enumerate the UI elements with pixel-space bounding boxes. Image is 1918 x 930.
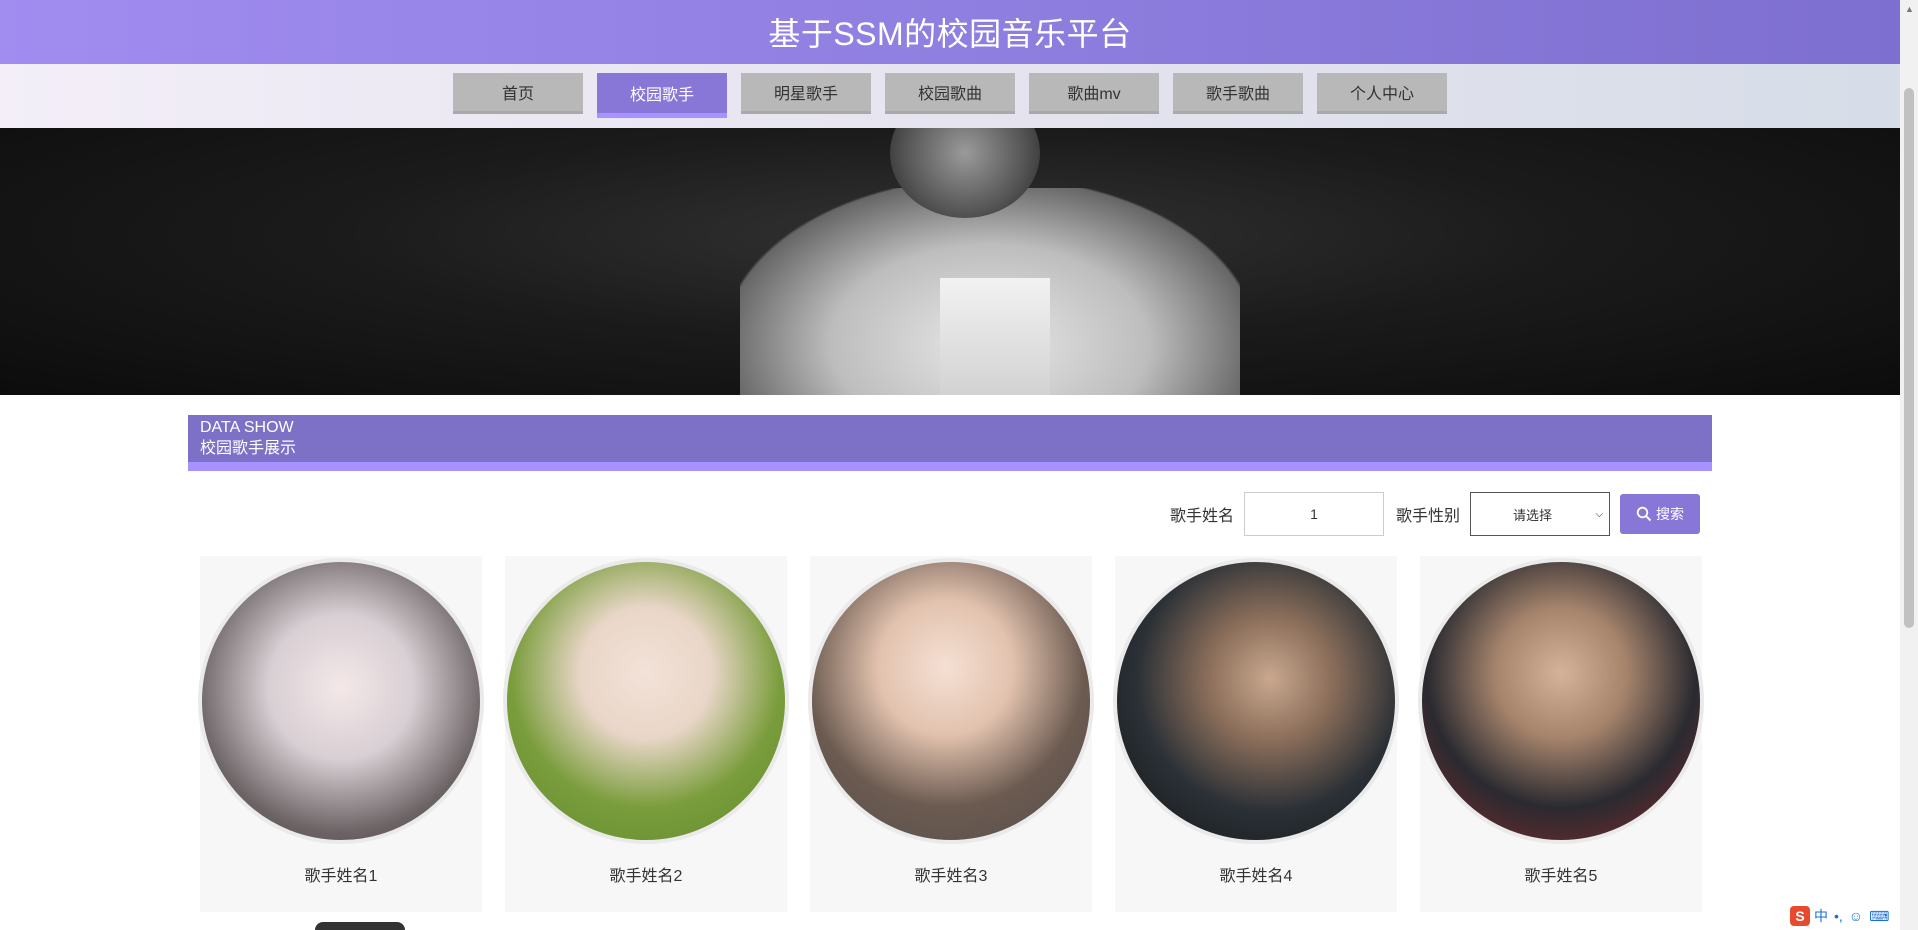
search-button-label: 搜索 xyxy=(1656,506,1685,522)
singer-card[interactable]: 歌手姓名1 xyxy=(198,556,484,912)
singer-name-label: 歌手姓名 xyxy=(1170,508,1235,525)
banner-singer-shirt xyxy=(940,278,1050,395)
nav-item-home[interactable]: 首页 xyxy=(453,73,583,114)
singer-avatar[interactable] xyxy=(503,558,789,844)
nav-item-singer-songs[interactable]: 歌手歌曲 xyxy=(1173,73,1303,114)
hero-banner xyxy=(0,128,1900,395)
singer-card[interactable]: 歌手姓名3 xyxy=(808,556,1094,912)
nav-item-song-mv[interactable]: 歌曲mv xyxy=(1029,73,1159,114)
scroll-up-icon[interactable]: ▲ xyxy=(1905,4,1914,14)
singer-card[interactable]: 歌手姓名2 xyxy=(503,556,789,912)
singer-card[interactable]: 歌手姓名5 xyxy=(1418,556,1704,912)
singer-name[interactable]: 歌手姓名5 xyxy=(1420,862,1702,886)
singer-avatar[interactable] xyxy=(1113,558,1399,844)
keyboard-icon[interactable]: ⌨ xyxy=(1869,908,1889,925)
singer-avatar[interactable] xyxy=(198,558,484,844)
chevron-down-icon: ⌵ xyxy=(1595,508,1604,520)
singer-gender-select[interactable]: 请选择 ⌵ xyxy=(1470,492,1611,536)
ime-toolbar[interactable]: S 中 •, ☺ ⌨ xyxy=(1790,905,1896,927)
ime-logo[interactable]: S xyxy=(1790,906,1810,926)
next-row-avatar-peek xyxy=(315,922,405,930)
section-title-cn: 校园歌手展示 xyxy=(200,440,297,457)
ime-punctuation[interactable]: •, xyxy=(1834,908,1843,924)
singer-name[interactable]: 歌手姓名4 xyxy=(1115,862,1397,886)
nav-item-personal-center[interactable]: 个人中心 xyxy=(1317,73,1447,114)
singer-list: 歌手姓名1 歌手姓名2 歌手姓名3 歌手姓名4 歌手姓名5 xyxy=(198,556,1712,912)
nav-item-campus-singers[interactable]: 校园歌手 xyxy=(597,73,727,118)
page-scrollbar[interactable]: ▲ xyxy=(1900,0,1918,930)
ime-mode[interactable]: 中 xyxy=(1814,906,1828,926)
singer-gender-label: 歌手性别 xyxy=(1396,508,1461,525)
singer-avatar[interactable] xyxy=(1418,558,1704,844)
section-title-en: DATA SHOW xyxy=(200,419,294,436)
singer-name[interactable]: 歌手姓名3 xyxy=(810,862,1092,886)
singer-name[interactable]: 歌手姓名2 xyxy=(505,862,787,886)
singer-name-input[interactable] xyxy=(1244,492,1385,536)
nav-item-campus-songs[interactable]: 校园歌曲 xyxy=(885,73,1015,114)
site-header: 基于SSM的校园音乐平台 xyxy=(0,0,1900,64)
search-button[interactable]: 搜索 xyxy=(1620,494,1701,534)
singer-card[interactable]: 歌手姓名4 xyxy=(1113,556,1399,912)
smiley-icon[interactable]: ☺ xyxy=(1849,908,1863,924)
singer-avatar[interactable] xyxy=(808,558,1094,844)
main-nav: 首页 校园歌手 明星歌手 校园歌曲 歌曲mv 歌手歌曲 个人中心 xyxy=(0,64,1900,128)
site-title: 基于SSM的校园音乐平台 xyxy=(768,16,1132,52)
section-header: DATA SHOW 校园歌手展示 xyxy=(188,415,1712,471)
gender-selected-value: 请选择 xyxy=(1513,507,1553,523)
search-icon xyxy=(1636,506,1652,522)
singer-name[interactable]: 歌手姓名1 xyxy=(200,862,482,886)
nav-item-star-singers[interactable]: 明星歌手 xyxy=(741,73,871,114)
scrollbar-thumb[interactable] xyxy=(1904,88,1914,628)
search-bar: 歌手姓名 歌手性别 请选择 ⌵ 搜索 xyxy=(1170,492,1701,536)
